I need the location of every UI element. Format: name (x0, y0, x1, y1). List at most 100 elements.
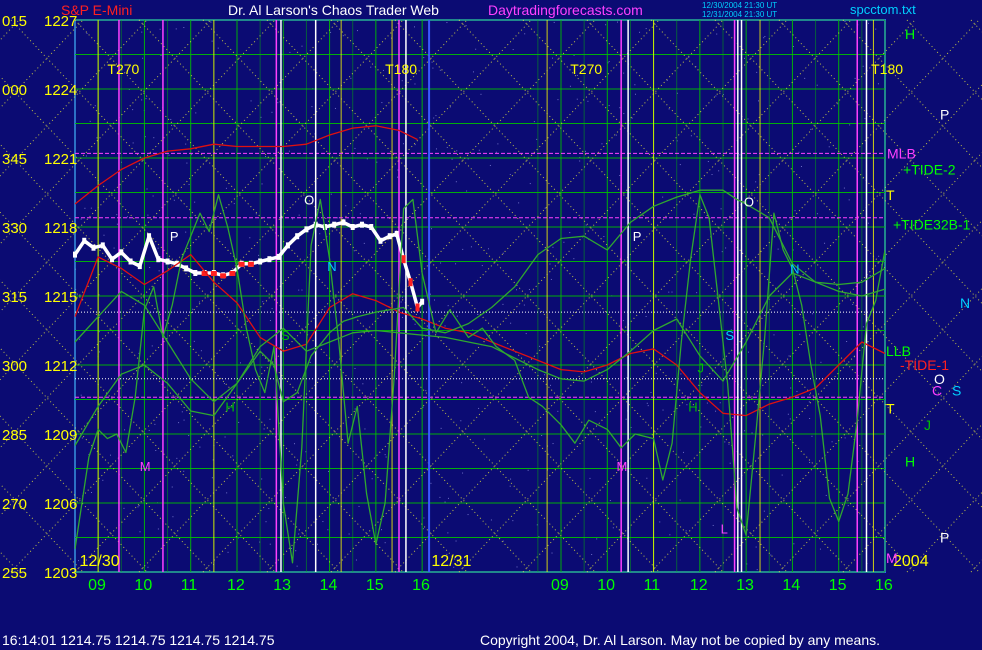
price-bar (350, 224, 355, 230)
star-dot (781, 474, 783, 476)
star-dot (151, 345, 153, 347)
star-dot (809, 418, 811, 420)
star-dot (706, 402, 708, 404)
star-dot (544, 374, 546, 376)
x-tick-label: 12 (227, 577, 245, 594)
star-dot (414, 323, 416, 325)
star-dot (94, 105, 96, 107)
x-tick-label: 15 (366, 577, 384, 594)
star-dot (271, 308, 273, 310)
star-dot (401, 296, 403, 298)
right-label: C (932, 382, 942, 398)
star-dot (716, 33, 718, 35)
star-dot (170, 118, 172, 120)
right-label: P (940, 530, 949, 546)
x-tick-label: 11 (644, 577, 661, 594)
star-dot (849, 124, 851, 126)
star-dot (178, 422, 180, 424)
right-label: H (905, 26, 915, 42)
star-dot (154, 423, 156, 425)
plot-label: O (744, 195, 754, 210)
star-dot (467, 158, 469, 160)
star-dot (659, 521, 661, 523)
star-dot (327, 529, 329, 531)
star-dot (696, 292, 698, 294)
star-dot (355, 559, 357, 561)
star-dot (487, 248, 489, 250)
star-dot (707, 161, 709, 163)
y-tick-price: 1206 (44, 496, 77, 513)
star-dot (645, 315, 647, 317)
star-dot (362, 383, 364, 385)
star-dot (763, 510, 765, 512)
site-url[interactable]: Daytradingforecasts.com (488, 2, 643, 18)
star-dot (793, 543, 795, 545)
y-tick-angle: 015 (2, 13, 27, 30)
price-bar-red (238, 261, 245, 267)
star-dot (126, 216, 128, 218)
star-dot (444, 325, 446, 327)
star-dot (371, 478, 373, 480)
star-dot (634, 93, 636, 95)
star-dot (444, 501, 446, 503)
star-dot (495, 151, 497, 153)
star-dot (268, 508, 270, 510)
star-dot (301, 45, 303, 47)
star-dot (435, 148, 437, 150)
star-dot (461, 382, 463, 384)
star-dot (809, 394, 811, 396)
star-dot (859, 513, 861, 515)
star-dot (157, 247, 159, 249)
star-dot (549, 263, 551, 265)
star-dot (804, 77, 806, 79)
timestamp-line-1: 12/30/2004 21:30 UT (702, 1, 778, 10)
star-dot (81, 437, 83, 439)
star-dot (751, 432, 753, 434)
right-label: J (924, 417, 931, 433)
star-dot (239, 362, 241, 364)
price-bar (341, 219, 346, 226)
star-dot (132, 142, 134, 144)
star-dot (147, 566, 149, 568)
star-dot (544, 207, 546, 209)
star-dot (509, 174, 511, 176)
star-dot (188, 434, 190, 436)
star-dot (440, 427, 442, 429)
price-bar-red (415, 303, 420, 312)
star-dot (85, 155, 87, 157)
star-dot (824, 242, 826, 244)
plot-label: M (617, 459, 628, 474)
star-dot (747, 351, 749, 353)
star-dot (342, 35, 344, 37)
star-dot (792, 46, 794, 48)
star-dot (370, 66, 372, 68)
star-dot (176, 457, 178, 459)
date-label: 12/30 (80, 553, 120, 570)
star-dot (353, 250, 355, 252)
y-tick-price: 1218 (44, 220, 77, 237)
star-dot (662, 409, 664, 411)
star-dot (472, 71, 474, 73)
star-dot (679, 499, 681, 501)
star-dot (756, 569, 758, 571)
star-dot (623, 113, 625, 115)
star-dot (288, 150, 290, 152)
price-bar-red (220, 273, 227, 279)
star-dot (137, 506, 139, 508)
x-tick-label: 13 (273, 577, 291, 594)
star-dot (622, 320, 624, 322)
star-dot (90, 491, 92, 493)
star-dot (831, 441, 833, 443)
star-dot (79, 338, 81, 340)
y-tick-angle: 345 (2, 151, 27, 168)
price-bar-red (408, 278, 413, 287)
price-bar (295, 233, 300, 240)
star-dot (848, 199, 850, 201)
star-dot (690, 135, 692, 137)
star-dot (647, 405, 649, 407)
star-dot (755, 181, 757, 183)
plot-label: L (721, 521, 728, 536)
star-dot (518, 202, 520, 204)
price-bar (156, 256, 161, 263)
star-dot (470, 246, 472, 248)
